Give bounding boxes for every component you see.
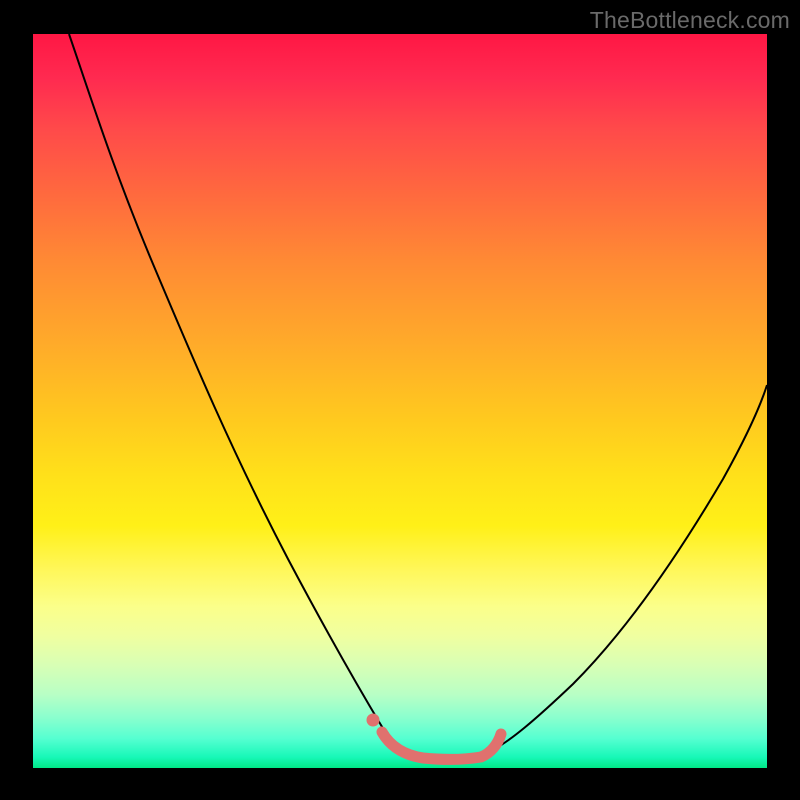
plot-area (33, 34, 767, 768)
watermark-text: TheBottleneck.com (590, 7, 790, 34)
chart-frame: TheBottleneck.com (0, 0, 800, 800)
chart-curves (33, 34, 767, 768)
left-curve (69, 34, 405, 750)
left-dot (367, 713, 380, 726)
bottom-segment (382, 732, 501, 759)
right-curve (493, 385, 767, 750)
